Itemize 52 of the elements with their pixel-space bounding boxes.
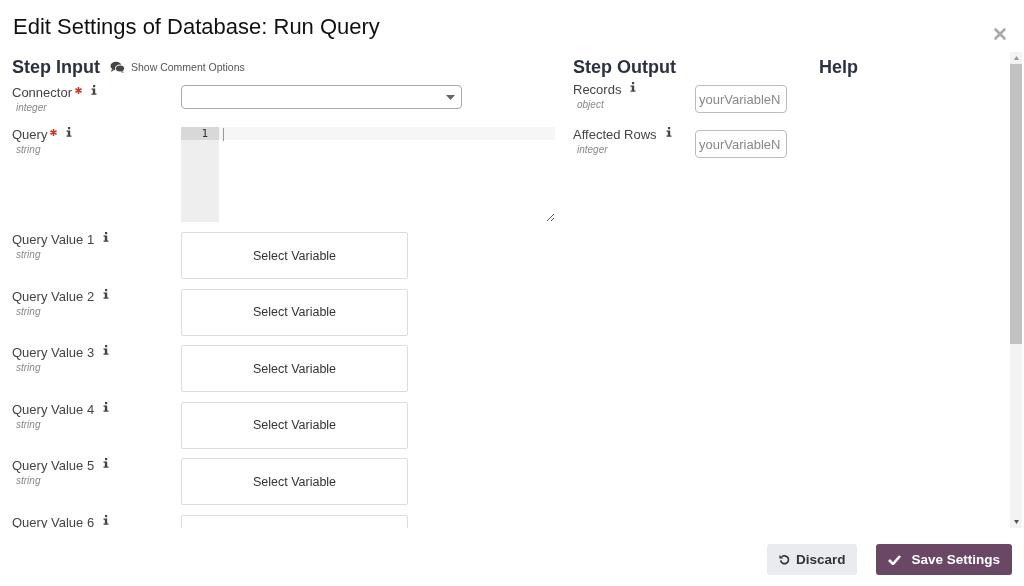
show-comment-options-link[interactable]: Show Comment Options — [110, 61, 245, 73]
discard-button[interactable]: Discard — [766, 544, 858, 575]
info-icon[interactable] — [103, 458, 110, 468]
select-variable-button[interactable]: Select Variable — [181, 232, 408, 279]
section-heading: Step Output — [573, 56, 677, 79]
type-hint: string — [15, 143, 42, 157]
caret-icon — [446, 94, 455, 100]
field-label: Affected Rows — [573, 127, 657, 143]
resize-handle-icon[interactable] — [546, 213, 555, 222]
field-label: Query — [12, 127, 48, 143]
field-label: Query Value 2 — [12, 288, 95, 305]
info-icon[interactable] — [665, 127, 672, 137]
type-hint: integer — [576, 143, 609, 157]
variable-name-field[interactable]: yourVariableN — [695, 85, 787, 113]
type-hint: string — [15, 361, 42, 375]
type-hint: object — [576, 98, 605, 112]
code-editor[interactable]: 1 — [181, 127, 555, 222]
info-icon[interactable] — [66, 127, 73, 137]
section-heading: Step Input — [12, 56, 100, 79]
info-icon[interactable] — [630, 82, 637, 92]
field-label: Query Value 5 — [12, 458, 95, 474]
type-hint: string — [15, 474, 42, 488]
save-settings-button[interactable]: Save Settings — [876, 544, 1012, 575]
info-icon[interactable] — [103, 232, 110, 242]
field-label: Query Value 1 — [12, 232, 95, 248]
type-hint: string — [15, 304, 42, 319]
field-label: Connector — [12, 85, 72, 101]
field-label: Query Value 4 — [12, 401, 95, 418]
checkmark-icon — [888, 554, 902, 565]
field-label: Records — [573, 82, 622, 98]
select-variable-button[interactable]: Select Variable — [181, 458, 408, 505]
dialog-title: Edit Settings of Database: Run Query — [13, 14, 380, 40]
scrollbar[interactable] — [1010, 52, 1022, 528]
scroll-down-icon[interactable] — [1013, 520, 1019, 524]
scroll-up-icon[interactable] — [1013, 56, 1019, 60]
info-icon[interactable] — [103, 401, 110, 412]
select-variable-button[interactable]: Select Variable — [181, 401, 408, 449]
select-variable-button[interactable]: Select Variable — [181, 345, 408, 392]
comments-icon — [110, 61, 125, 73]
info-icon[interactable] — [103, 514, 110, 525]
info-icon[interactable] — [103, 288, 110, 299]
select-variable-button[interactable]: Select Variable — [181, 288, 408, 336]
info-icon[interactable] — [103, 345, 110, 355]
type-hint: integer — [15, 101, 48, 115]
field-label: Query Value 3 — [12, 345, 95, 361]
info-icon[interactable] — [91, 85, 97, 95]
line-number: 1 — [181, 127, 219, 140]
variable-name-field[interactable]: yourVariableN — [695, 130, 787, 158]
undo-icon — [778, 554, 790, 565]
type-hint: string — [15, 417, 42, 432]
type-hint: string — [15, 248, 42, 262]
section-heading: Help — [819, 56, 858, 79]
